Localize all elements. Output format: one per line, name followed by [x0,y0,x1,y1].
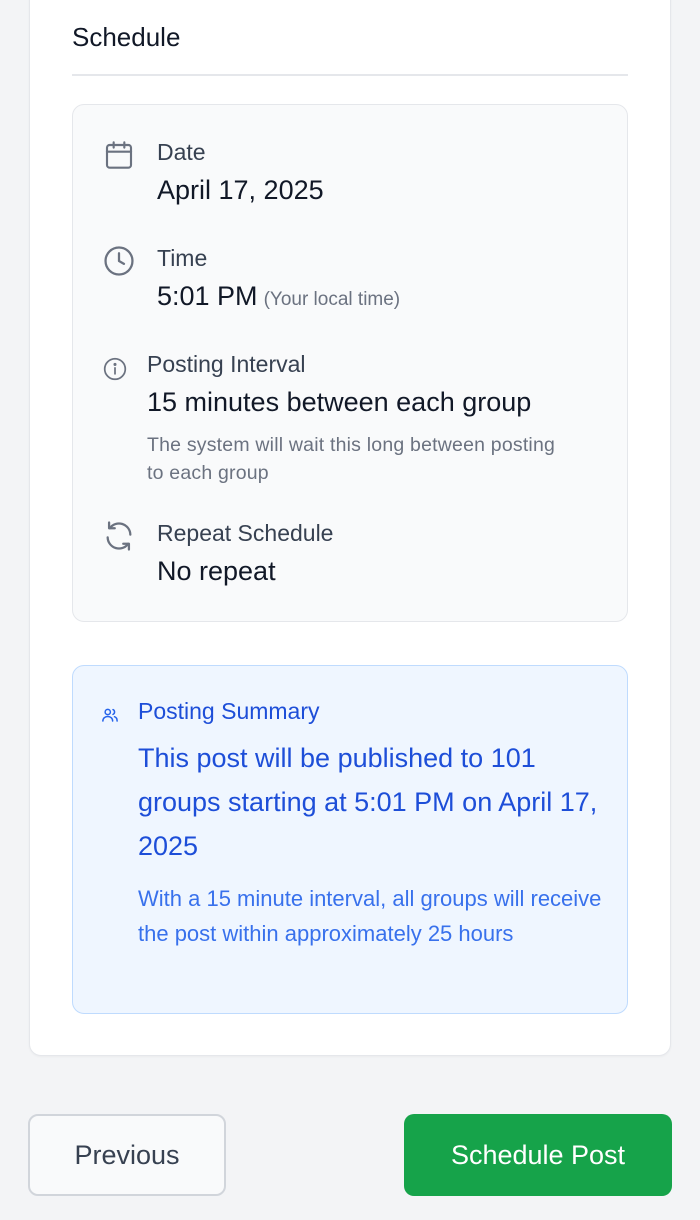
repeat-label: Repeat Schedule [157,520,334,546]
users-icon [101,706,119,724]
calendar-icon [103,138,135,172]
repeat-value: No repeat [157,556,276,586]
section-title: Schedule [72,22,181,52]
date-label: Date [157,139,206,165]
previous-button[interactable]: Previous [28,1114,226,1196]
time-note: (Your local time) [263,289,401,310]
interval-label: Posting Interval [147,351,306,377]
refresh-icon [102,519,136,553]
schedule-post-button[interactable]: Schedule Post [404,1114,672,1196]
summary-main-text: This post will be published to 101 group… [138,743,598,861]
date-value: April 17, 2025 [157,175,324,205]
time-value: 5:01 PM [157,281,258,311]
clock-icon [102,244,136,278]
interval-value: 15 minutes between each group [147,387,532,417]
time-label: Time [157,245,208,271]
info-icon [102,356,128,382]
time-value-row: 5:01 PM (Your local time) [157,281,400,312]
summary-title: Posting Summary [138,698,320,724]
posting-summary-panel: Posting Summary This post will be publis… [72,665,628,1014]
divider [72,74,628,76]
summary-sub-text: With a 15 minute interval, all groups wi… [138,886,602,946]
interval-help: The system will wait this long between p… [147,434,556,484]
schedule-details-panel: Date April 17, 2025 Time 5:01 PM (Your lo… [72,104,628,622]
